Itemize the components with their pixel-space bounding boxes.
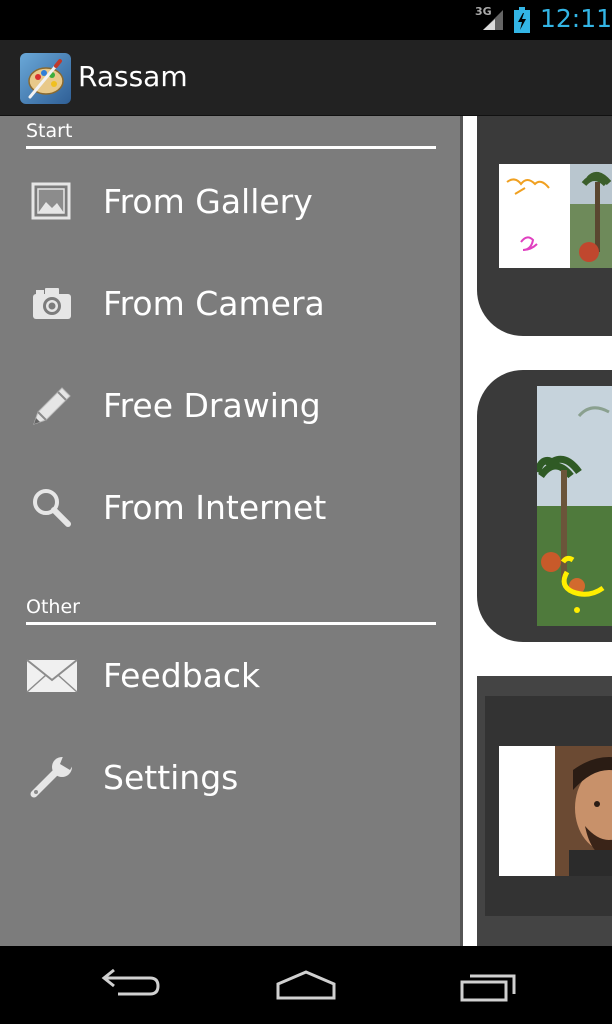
app-title: Rassam [78,60,188,93]
menu-item-feedback[interactable]: Feedback [0,626,460,728]
section-divider [26,146,436,149]
menu-item-label: Feedback [103,656,261,695]
drawing-card[interactable] [477,676,612,946]
battery-charging-icon [514,7,530,33]
menu-item-from-gallery[interactable]: From Gallery [0,152,460,254]
pencil-icon [33,387,71,425]
section-header-start: Start [26,120,73,142]
menu-item-from-internet[interactable]: From Internet [0,458,460,560]
back-icon[interactable] [88,962,168,1008]
menu-item-from-camera[interactable]: From Camera [0,254,460,356]
search-icon [33,489,71,527]
drawing-thumbnail [499,164,612,268]
recent-apps-icon[interactable] [448,962,528,1008]
drawing-card[interactable] [477,116,612,336]
section-divider [26,622,436,625]
clock: 12:11 [540,4,612,33]
action-bar: Rassam [0,40,612,116]
menu-item-label: From Camera [103,284,325,323]
drawing-thumbnail [537,386,612,626]
section-header-other: Other [26,596,80,618]
menu-item-free-drawing[interactable]: Free Drawing [0,356,460,458]
menu-item-label: From Internet [103,488,327,527]
menu-item-settings[interactable]: Settings [0,728,460,830]
wrench-icon [30,754,76,798]
drawing-card[interactable] [477,370,612,642]
gallery-icon [31,182,71,220]
menu-item-label: Settings [103,758,239,797]
camera-icon [33,288,71,319]
navigation-drawer: Start From Gallery From Camera Free Draw… [0,116,460,946]
saved-drawings-list [463,116,612,946]
status-bar: 3G 12:11 [0,0,612,40]
signal-icon [483,10,503,30]
menu-item-label: Free Drawing [103,386,321,425]
home-icon[interactable] [266,962,346,1008]
menu-item-label: From Gallery [103,182,313,221]
drawing-thumbnail [499,746,612,876]
system-nav-bar [0,946,612,1024]
palette-app-icon[interactable] [20,53,71,104]
envelope-icon [26,659,78,693]
